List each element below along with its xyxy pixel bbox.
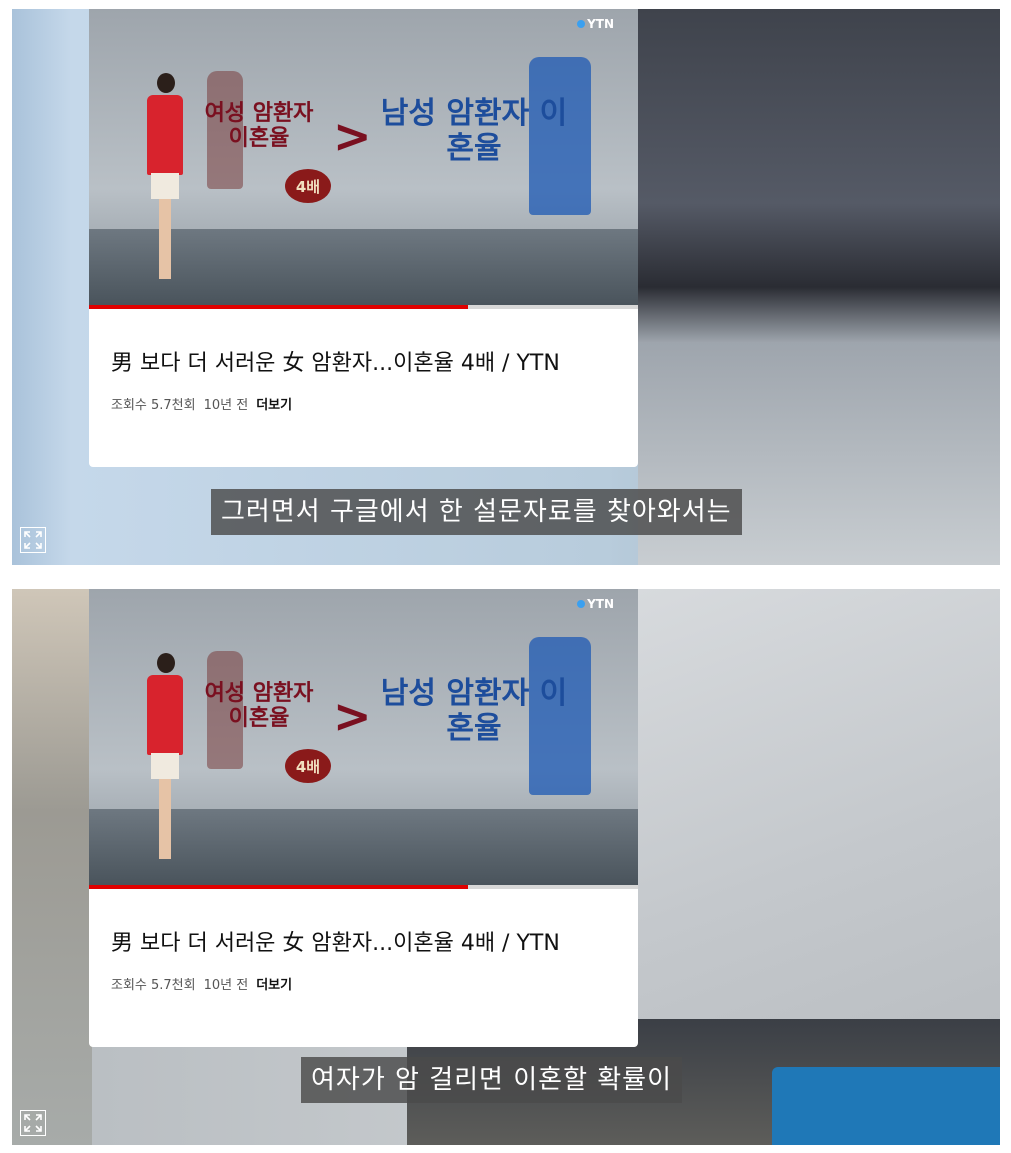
expand-icon[interactable] bbox=[20, 1110, 46, 1136]
logo-dot-icon bbox=[577, 600, 586, 608]
video-thumbnail[interactable]: YTN 여성 암환자 이혼율 > 남성 암환자 이혼율 4배 bbox=[89, 9, 638, 309]
channel-logo-text: YTN bbox=[587, 17, 614, 31]
channel-logo: YTN bbox=[577, 597, 614, 611]
graphic-right-text: 남성 암환자 이혼율 bbox=[380, 676, 568, 746]
view-count: 조회수 5.7천회 bbox=[111, 978, 196, 993]
graphic-badge: 4배 bbox=[285, 169, 331, 203]
channel-logo: YTN bbox=[577, 17, 614, 31]
video-meta: 조회수 5.7천회 10년 전 더보기 bbox=[111, 394, 616, 413]
video-thumbnail[interactable]: YTN 여성 암환자 이혼율 > 남성 암환자 이혼율 4배 bbox=[89, 589, 638, 889]
video-title[interactable]: 男 보다 더 서러운 女 암환자...이혼율 4배 / YTN bbox=[111, 347, 616, 380]
news-anchor bbox=[145, 653, 185, 863]
more-link[interactable]: 더보기 bbox=[256, 974, 292, 993]
greater-than-icon: > bbox=[333, 689, 372, 743]
view-count: 조회수 5.7천회 bbox=[111, 398, 196, 413]
channel-logo-text: YTN bbox=[587, 597, 614, 611]
video-frame-2: YTN 여성 암환자 이혼율 > 남성 암환자 이혼율 4배 男 보다 더 서러… bbox=[12, 589, 1000, 1145]
graphic-left-text: 여성 암환자 이혼율 bbox=[204, 681, 314, 732]
background-blue-object bbox=[772, 1067, 1000, 1145]
background-scene bbox=[638, 9, 1000, 565]
graphic-left-text: 여성 암환자 이혼율 bbox=[204, 101, 314, 152]
logo-dot-icon bbox=[577, 20, 586, 28]
video-frame-1: YTN 여성 암환자 이혼율 > 남성 암환자 이혼율 4배 男 보다 더 서러… bbox=[12, 9, 1000, 565]
graphic-badge: 4배 bbox=[285, 749, 331, 783]
video-info-card[interactable]: 男 보다 더 서러운 女 암환자...이혼율 4배 / YTN 조회수 5.7천… bbox=[89, 889, 638, 1047]
greater-than-icon: > bbox=[333, 109, 372, 163]
video-info-card[interactable]: 男 보다 더 서러운 女 암환자...이혼율 4배 / YTN 조회수 5.7천… bbox=[89, 309, 638, 467]
more-link[interactable]: 더보기 bbox=[256, 394, 292, 413]
graphic-right-text: 남성 암환자 이혼율 bbox=[380, 96, 568, 166]
video-title[interactable]: 男 보다 더 서러운 女 암환자...이혼율 4배 / YTN bbox=[111, 927, 616, 960]
subtitle-caption: 그러면서 구글에서 한 설문자료를 찾아와서는 bbox=[211, 489, 742, 535]
background-left bbox=[12, 589, 92, 1145]
expand-icon[interactable] bbox=[20, 527, 46, 553]
upload-age: 10년 전 bbox=[203, 978, 249, 993]
news-anchor bbox=[145, 73, 185, 283]
video-meta: 조회수 5.7천회 10년 전 더보기 bbox=[111, 974, 616, 993]
upload-age: 10년 전 bbox=[203, 398, 249, 413]
subtitle-caption: 여자가 암 걸리면 이혼할 확률이 bbox=[301, 1057, 683, 1103]
